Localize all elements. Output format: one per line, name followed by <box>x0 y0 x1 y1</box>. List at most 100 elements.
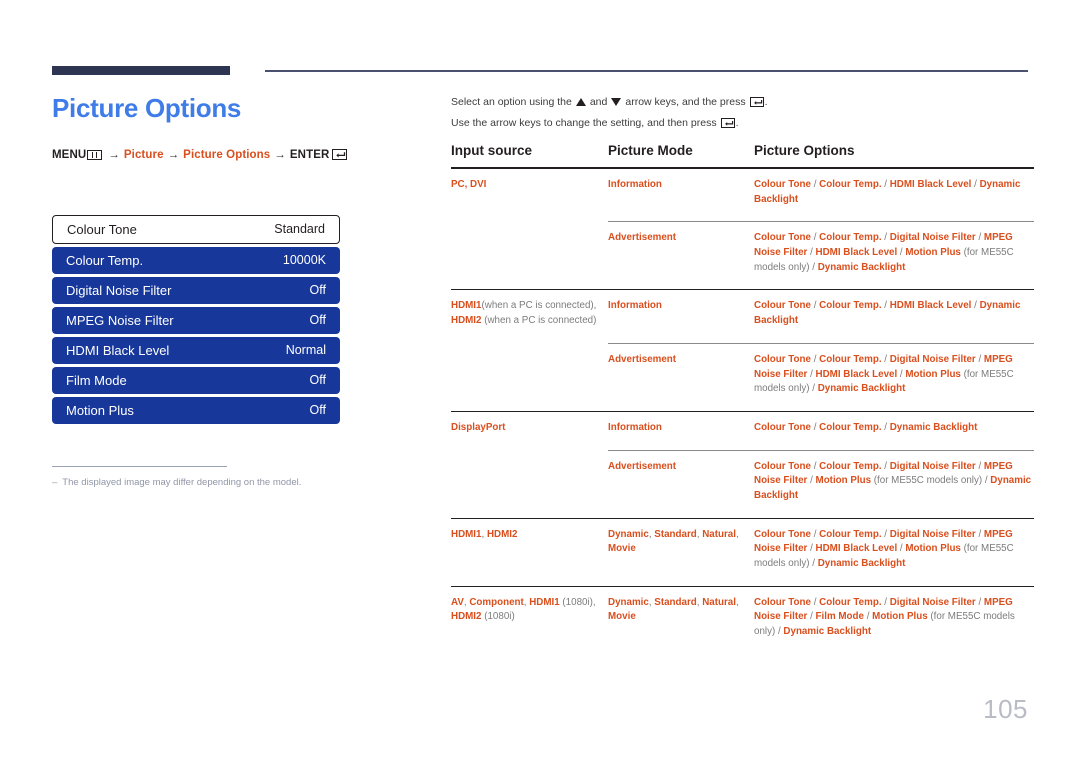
osd-item-label: Film Mode <box>66 372 127 388</box>
osd-item-digital-noise-filter[interactable]: Digital Noise Filter Off <box>52 276 340 304</box>
table-body: PC, DVI Information Colour Tone / Colour T… <box>451 168 1034 654</box>
picture-mode-seg: Dynamic <box>608 596 649 608</box>
picture-option-seg: / <box>881 353 890 365</box>
picture-option-seg: Colour Temp. <box>819 300 882 312</box>
cell-input-source: PC, DVI <box>451 168 608 290</box>
breadcrumb-arrow-1: → <box>108 148 120 161</box>
left-column: Picture Options MENU → Picture → Picture… <box>52 94 422 488</box>
osd-item-film-mode[interactable]: Film Mode Off <box>52 366 340 394</box>
picture-option-seg: / <box>975 232 984 244</box>
right-column: Select an option using the and arrow key… <box>451 96 1034 654</box>
picture-option-seg: Digital Noise Filter <box>889 596 976 608</box>
picture-option-seg: / <box>807 247 816 259</box>
osd-item-colour-tone[interactable]: Colour Tone Standard <box>52 214 340 244</box>
picture-option-seg: Digital Noise Filter <box>889 528 976 540</box>
picture-option-seg: / <box>807 368 816 380</box>
instruction-2-part-a: Use the arrow keys to change the setting… <box>451 117 717 129</box>
input-source-seg: DisplayPort <box>451 421 506 433</box>
picture-option-seg: / <box>975 460 984 472</box>
picture-mode-seg: Information <box>608 421 662 433</box>
picture-option-seg: Dynamic Backlight <box>817 558 906 569</box>
osd-menu: Colour Tone Standard Colour Temp. 10000K… <box>52 214 340 424</box>
enter-key-icon <box>720 118 735 128</box>
breadcrumb: MENU → Picture → Picture Options → ENTER <box>52 149 422 161</box>
input-source-seg: (when a PC is connected), <box>481 300 597 312</box>
cell-picture-mode: Information <box>608 410 754 451</box>
picture-option-seg: Colour Temp. <box>819 460 882 472</box>
footnote: – The displayed image may differ dependi… <box>52 476 301 488</box>
enter-key-icon <box>749 97 764 107</box>
footnote-divider <box>52 465 227 467</box>
osd-item-motion-plus[interactable]: Motion Plus Off <box>52 396 340 424</box>
cell-picture-options: Colour Tone / Colour Temp. / Digital Noi… <box>754 221 1034 290</box>
picture-option-seg: Colour Temp. <box>819 353 882 365</box>
osd-item-value: Off <box>309 403 326 418</box>
picture-mode-seg: Information <box>608 300 662 312</box>
picture-mode-seg: Information <box>608 179 662 190</box>
cell-picture-mode: Dynamic, Standard, Natural, Movie <box>608 517 754 587</box>
input-source-seg: Component <box>469 596 524 608</box>
footnote-dash: – <box>52 476 58 488</box>
cell-input-source: HDMI1, HDMI2 <box>451 517 608 587</box>
picture-option-seg: Colour Tone <box>754 421 811 433</box>
picture-options-table: Input source Picture Mode Picture Option… <box>451 143 1034 654</box>
cell-input-source: HDMI1(when a PC is connected), HDMI2 (wh… <box>451 289 608 412</box>
picture-option-seg: HDMI Black Level <box>815 543 898 555</box>
breadcrumb-arrow-2: → <box>167 148 180 161</box>
table-row: PC, DVI Information Colour Tone / Colour T… <box>451 168 1034 222</box>
table-row: HDMI1, HDMI2 Dynamic, Standard, Natural, … <box>451 517 1034 587</box>
instruction-1-part-a: Select an option using the <box>451 96 572 108</box>
cell-input-source: AV, Component, HDMI1 (1080i), HDMI2 (108… <box>451 585 608 654</box>
table-row: HDMI1(when a PC is connected), HDMI2 (wh… <box>451 289 1034 412</box>
osd-item-value: Off <box>309 373 326 388</box>
picture-option-seg: Digital Noise Filter <box>889 460 976 472</box>
picture-option-seg: / <box>881 460 890 472</box>
picture-mode-seg: , <box>735 596 739 608</box>
osd-item-hdmi-black-level[interactable]: HDMI Black Level Normal <box>52 336 340 364</box>
picture-option-seg: Motion Plus <box>815 475 872 487</box>
picture-option-seg: / <box>881 528 890 540</box>
header-rules <box>52 66 1028 76</box>
osd-item-value: Off <box>309 283 326 298</box>
input-source-seg: (1080i) <box>481 610 515 622</box>
picture-option-seg: Dynamic Backlight <box>889 421 978 433</box>
input-source-seg: HDMI2 <box>451 314 482 326</box>
table-row: DisplayPort Information Colour Tone / Colo… <box>451 410 1034 519</box>
picture-option-seg: / <box>975 353 984 365</box>
picture-option-seg: Colour Temp. <box>819 179 882 190</box>
input-source-seg: HDMI2 <box>486 528 518 540</box>
cell-picture-options: Colour Tone / Colour Temp. / Digital Noi… <box>754 585 1034 654</box>
picture-option-seg: / <box>807 611 816 623</box>
cell-picture-options: Colour Tone / Colour Temp. / Dynamic Bac… <box>754 410 1034 451</box>
picture-option-seg: / <box>975 528 984 540</box>
page-title: Picture Options <box>52 93 242 123</box>
picture-mode-seg: Standard <box>654 596 697 608</box>
table-row: AV, Component, HDMI1 (1080i), HDMI2 (108… <box>451 585 1034 654</box>
picture-option-seg: Colour Tone <box>754 179 811 190</box>
cell-picture-mode: Information <box>608 168 754 222</box>
input-source-seg: (1080i), <box>559 596 596 608</box>
osd-item-mpeg-noise-filter[interactable]: MPEG Noise Filter Off <box>52 306 340 334</box>
picture-option-seg: Motion Plus <box>872 611 928 623</box>
osd-item-value: Standard <box>274 222 325 237</box>
picture-option-seg: HDMI Black Level <box>889 300 972 312</box>
table-header-row: Input source Picture Mode Picture Option… <box>451 143 1034 168</box>
osd-item-label: Colour Tone <box>67 221 137 237</box>
picture-mode-seg: Natural <box>702 528 736 540</box>
instruction-1-period: . <box>764 96 768 108</box>
cell-input-source: DisplayPort <box>451 410 608 519</box>
breadcrumb-step-picture[interactable]: Picture <box>124 149 164 161</box>
input-source-seg: HDMI1 <box>529 596 560 608</box>
picture-option-seg: Film Mode <box>815 611 864 623</box>
osd-item-colour-temp[interactable]: Colour Temp. 10000K <box>52 246 340 274</box>
footnote-text: The displayed image may differ depending… <box>62 476 302 488</box>
osd-item-label: Colour Temp. <box>66 252 144 268</box>
header-rule-thin <box>265 70 1028 72</box>
instruction-2-period: . <box>735 117 739 129</box>
picture-mode-seg: Advertisement <box>608 460 677 472</box>
breadcrumb-step-picture-options[interactable]: Picture Options <box>183 149 270 161</box>
cell-picture-options: Colour Tone / Colour Temp. / Digital Noi… <box>754 342 1034 412</box>
picture-option-seg: Motion Plus <box>905 543 961 555</box>
arrow-up-icon <box>575 98 586 106</box>
column-header-input-source: Input source <box>451 143 533 158</box>
